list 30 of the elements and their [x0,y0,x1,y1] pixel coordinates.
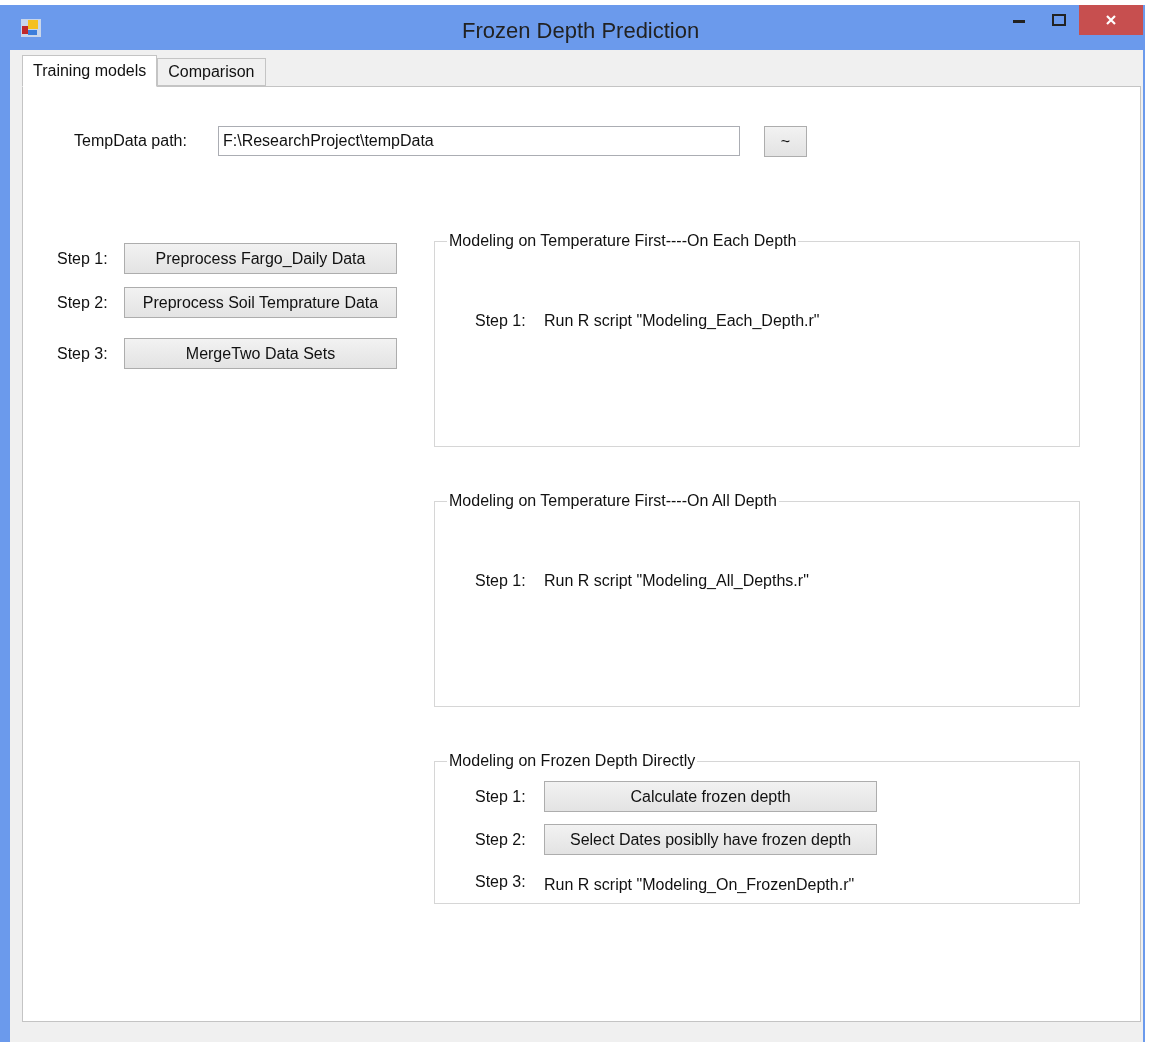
step-button[interactable]: Preprocess Fargo_Daily Data [124,243,397,274]
app-icon [20,17,42,38]
step-label: Step 2: [57,292,109,313]
minimize-icon [1013,20,1025,24]
step-button[interactable]: Calculate frozen depth [544,781,877,812]
group-title: Modeling on Frozen Depth Directly [448,751,697,771]
maximize-icon [1052,14,1066,26]
step-text: Run R script "Modeling_Each_Depth.r" [544,311,820,331]
path-field[interactable]: F:\ResearchProject\tempData [218,125,740,156]
tab[interactable]: Training models [22,55,158,87]
step-label: Step 3: [57,343,109,364]
step-text: Run R script "Modeling_All_Depths.r" [544,571,809,591]
step-button[interactable]: MergeTwo Data Sets [124,338,397,369]
step-text: Run R script "Modeling_On_FrozenDepth.r" [544,875,855,895]
browse-button[interactable]: ~ [764,126,807,157]
step-button[interactable]: Select Dates posiblly have frozen depth [544,824,877,855]
step-label: Step 2: [475,829,527,850]
step-button[interactable]: Preprocess Soil Temprature Data [124,287,397,318]
group-title: Modeling on Temperature First----On All Depth [448,491,778,511]
window-title: Frozen Depth Prediction [462,17,700,45]
step-label: Step 1: [57,248,109,269]
step-label: Step 1: [475,571,527,591]
close-button[interactable] [1079,5,1143,35]
step-label: Step 1: [475,311,527,331]
close-icon [1105,14,1117,26]
tab[interactable]: Comparison [157,58,266,86]
field-label: TempData path: [74,130,188,151]
step-label: Step 1: [475,786,527,807]
step-label: Step 3: [475,872,527,892]
group-title: Modeling on Temperature First----On Each Depth [448,231,798,251]
